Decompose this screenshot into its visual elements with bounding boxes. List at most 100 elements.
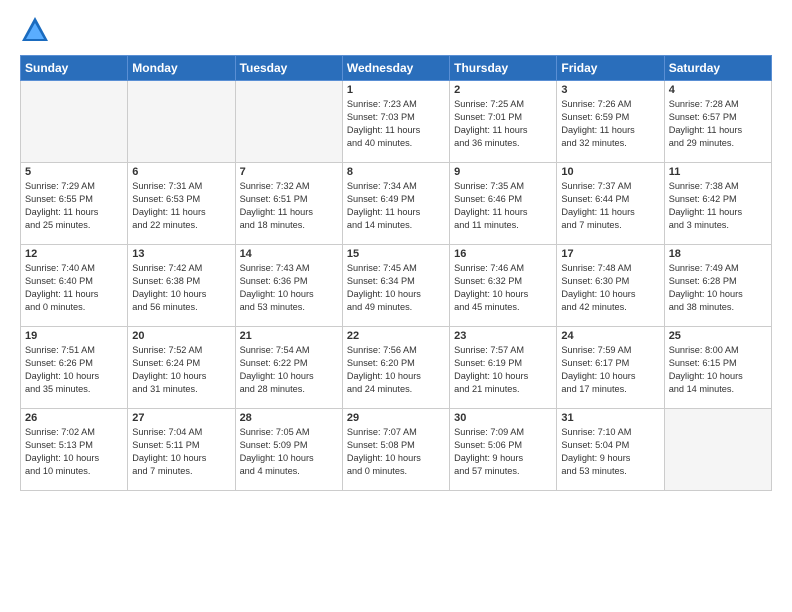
- day-number: 1: [347, 84, 445, 96]
- day-info: Sunrise: 7:28 AM Sunset: 6:57 PM Dayligh…: [669, 98, 767, 150]
- header: [20, 15, 772, 45]
- day-cell: 22Sunrise: 7:56 AM Sunset: 6:20 PM Dayli…: [342, 327, 449, 409]
- day-number: 3: [561, 84, 659, 96]
- day-info: Sunrise: 7:43 AM Sunset: 6:36 PM Dayligh…: [240, 262, 338, 314]
- day-number: 11: [669, 166, 767, 178]
- day-info: Sunrise: 7:45 AM Sunset: 6:34 PM Dayligh…: [347, 262, 445, 314]
- day-cell: 3 Sunrise: 7:26 AM Sunset: 6:59 PM Daylig…: [557, 81, 664, 163]
- day-info: Sunrise: 7:51 AM Sunset: 6:26 PM Dayligh…: [25, 344, 123, 396]
- day-info: Sunrise: 7:40 AM Sunset: 6:40 PM Dayligh…: [25, 262, 123, 314]
- day-cell: 28Sunrise: 7:05 AM Sunset: 5:09 PM Dayli…: [235, 409, 342, 491]
- day-number: 16: [454, 248, 552, 260]
- day-cell: [664, 409, 771, 491]
- day-number: 25: [669, 330, 767, 342]
- day-number: 21: [240, 330, 338, 342]
- day-info: Sunrise: 7:31 AM Sunset: 6:53 PM Dayligh…: [132, 180, 230, 232]
- day-number: 4: [669, 84, 767, 96]
- day-info: Sunrise: 7:37 AM Sunset: 6:44 PM Dayligh…: [561, 180, 659, 232]
- day-info: Sunrise: 7:25 AM Sunset: 7:01 PM Dayligh…: [454, 98, 552, 150]
- day-info: Sunrise: 7:02 AM Sunset: 5:13 PM Dayligh…: [25, 426, 123, 478]
- day-cell: 15 Sunrise: 7:45 AM Sunset: 6:34 PM Dayli…: [342, 245, 449, 327]
- day-info: Sunrise: 7:07 AM Sunset: 5:08 PM Dayligh…: [347, 426, 445, 478]
- week-row-2: 12 Sunrise: 7:40 AM Sunset: 6:40 PM Dayli…: [21, 245, 772, 327]
- day-cell: 29 Sunrise: 7:07 AM Sunset: 5:08 PM Dayli…: [342, 409, 449, 491]
- day-cell: 12 Sunrise: 7:40 AM Sunset: 6:40 PM Dayli…: [21, 245, 128, 327]
- day-number: 12: [25, 248, 123, 260]
- day-cell: 13 Sunrise: 7:42 AM Sunset: 6:38 PM Dayli…: [128, 245, 235, 327]
- day-cell: 18Sunrise: 7:49 AM Sunset: 6:28 PM Dayli…: [664, 245, 771, 327]
- day-number: 2: [454, 84, 552, 96]
- day-number: 30: [454, 412, 552, 424]
- day-info: Sunrise: 7:42 AM Sunset: 6:38 PM Dayligh…: [132, 262, 230, 314]
- week-row-3: 19 Sunrise: 7:51 AM Sunset: 6:26 PM Dayli…: [21, 327, 772, 409]
- week-row-4: 26 Sunrise: 7:02 AM Sunset: 5:13 PM Dayli…: [21, 409, 772, 491]
- day-number: 17: [561, 248, 659, 260]
- day-info: Sunrise: 7:35 AM Sunset: 6:46 PM Dayligh…: [454, 180, 552, 232]
- day-cell: 23Sunrise: 7:57 AM Sunset: 6:19 PM Dayli…: [450, 327, 557, 409]
- week-row-0: 1 Sunrise: 7:23 AM Sunset: 7:03 PM Daylig…: [21, 81, 772, 163]
- day-cell: 30 Sunrise: 7:09 AM Sunset: 5:06 PM Dayli…: [450, 409, 557, 491]
- logo-icon: [20, 15, 50, 45]
- day-cell: 21 Sunrise: 7:54 AM Sunset: 6:22 PM Dayli…: [235, 327, 342, 409]
- day-info: Sunrise: 7:48 AM Sunset: 6:30 PM Dayligh…: [561, 262, 659, 314]
- day-number: 18: [669, 248, 767, 260]
- day-number: 31: [561, 412, 659, 424]
- header-cell-thursday: Thursday: [450, 56, 557, 81]
- day-number: 5: [25, 166, 123, 178]
- header-cell-wednesday: Wednesday: [342, 56, 449, 81]
- day-number: 24: [561, 330, 659, 342]
- day-info: Sunrise: 7:59 AM Sunset: 6:17 PM Dayligh…: [561, 344, 659, 396]
- day-cell: 1 Sunrise: 7:23 AM Sunset: 7:03 PM Daylig…: [342, 81, 449, 163]
- day-info: Sunrise: 7:10 AM Sunset: 5:04 PM Dayligh…: [561, 426, 659, 478]
- day-number: 27: [132, 412, 230, 424]
- day-number: 28: [240, 412, 338, 424]
- day-number: 9: [454, 166, 552, 178]
- header-row: SundayMondayTuesdayWednesdayThursdayFrid…: [21, 56, 772, 81]
- day-info: Sunrise: 8:00 AM Sunset: 6:15 PM Dayligh…: [669, 344, 767, 396]
- day-number: 14: [240, 248, 338, 260]
- day-info: Sunrise: 7:26 AM Sunset: 6:59 PM Dayligh…: [561, 98, 659, 150]
- header-cell-saturday: Saturday: [664, 56, 771, 81]
- day-cell: 9 Sunrise: 7:35 AM Sunset: 6:46 PM Daylig…: [450, 163, 557, 245]
- week-row-1: 5Sunrise: 7:29 AM Sunset: 6:55 PM Daylig…: [21, 163, 772, 245]
- day-cell: 19 Sunrise: 7:51 AM Sunset: 6:26 PM Dayli…: [21, 327, 128, 409]
- day-number: 10: [561, 166, 659, 178]
- day-cell: 6 Sunrise: 7:31 AM Sunset: 6:53 PM Daylig…: [128, 163, 235, 245]
- day-cell: 5Sunrise: 7:29 AM Sunset: 6:55 PM Daylig…: [21, 163, 128, 245]
- day-info: Sunrise: 7:23 AM Sunset: 7:03 PM Dayligh…: [347, 98, 445, 150]
- day-cell: 7Sunrise: 7:32 AM Sunset: 6:51 PM Daylig…: [235, 163, 342, 245]
- day-cell: 26 Sunrise: 7:02 AM Sunset: 5:13 PM Dayli…: [21, 409, 128, 491]
- day-cell: 11Sunrise: 7:38 AM Sunset: 6:42 PM Dayli…: [664, 163, 771, 245]
- day-number: 22: [347, 330, 445, 342]
- day-cell: [21, 81, 128, 163]
- header-cell-tuesday: Tuesday: [235, 56, 342, 81]
- day-number: 15: [347, 248, 445, 260]
- day-info: Sunrise: 7:57 AM Sunset: 6:19 PM Dayligh…: [454, 344, 552, 396]
- day-number: 13: [132, 248, 230, 260]
- day-cell: [235, 81, 342, 163]
- day-number: 26: [25, 412, 123, 424]
- logo: [20, 15, 54, 45]
- day-cell: 17 Sunrise: 7:48 AM Sunset: 6:30 PM Dayli…: [557, 245, 664, 327]
- day-cell: 27Sunrise: 7:04 AM Sunset: 5:11 PM Dayli…: [128, 409, 235, 491]
- day-number: 6: [132, 166, 230, 178]
- day-number: 8: [347, 166, 445, 178]
- header-cell-monday: Monday: [128, 56, 235, 81]
- day-cell: 20 Sunrise: 7:52 AM Sunset: 6:24 PM Dayli…: [128, 327, 235, 409]
- day-cell: 25 Sunrise: 8:00 AM Sunset: 6:15 PM Dayli…: [664, 327, 771, 409]
- day-cell: 2 Sunrise: 7:25 AM Sunset: 7:01 PM Daylig…: [450, 81, 557, 163]
- header-cell-sunday: Sunday: [21, 56, 128, 81]
- day-number: 19: [25, 330, 123, 342]
- day-cell: 31 Sunrise: 7:10 AM Sunset: 5:04 PM Dayli…: [557, 409, 664, 491]
- day-cell: 4 Sunrise: 7:28 AM Sunset: 6:57 PM Daylig…: [664, 81, 771, 163]
- day-info: Sunrise: 7:52 AM Sunset: 6:24 PM Dayligh…: [132, 344, 230, 396]
- day-cell: 8Sunrise: 7:34 AM Sunset: 6:49 PM Daylig…: [342, 163, 449, 245]
- day-number: 20: [132, 330, 230, 342]
- day-cell: 14 Sunrise: 7:43 AM Sunset: 6:36 PM Dayli…: [235, 245, 342, 327]
- day-cell: [128, 81, 235, 163]
- day-info: Sunrise: 7:09 AM Sunset: 5:06 PM Dayligh…: [454, 426, 552, 478]
- day-number: 29: [347, 412, 445, 424]
- page: SundayMondayTuesdayWednesdayThursdayFrid…: [0, 0, 792, 612]
- day-cell: 16Sunrise: 7:46 AM Sunset: 6:32 PM Dayli…: [450, 245, 557, 327]
- day-info: Sunrise: 7:54 AM Sunset: 6:22 PM Dayligh…: [240, 344, 338, 396]
